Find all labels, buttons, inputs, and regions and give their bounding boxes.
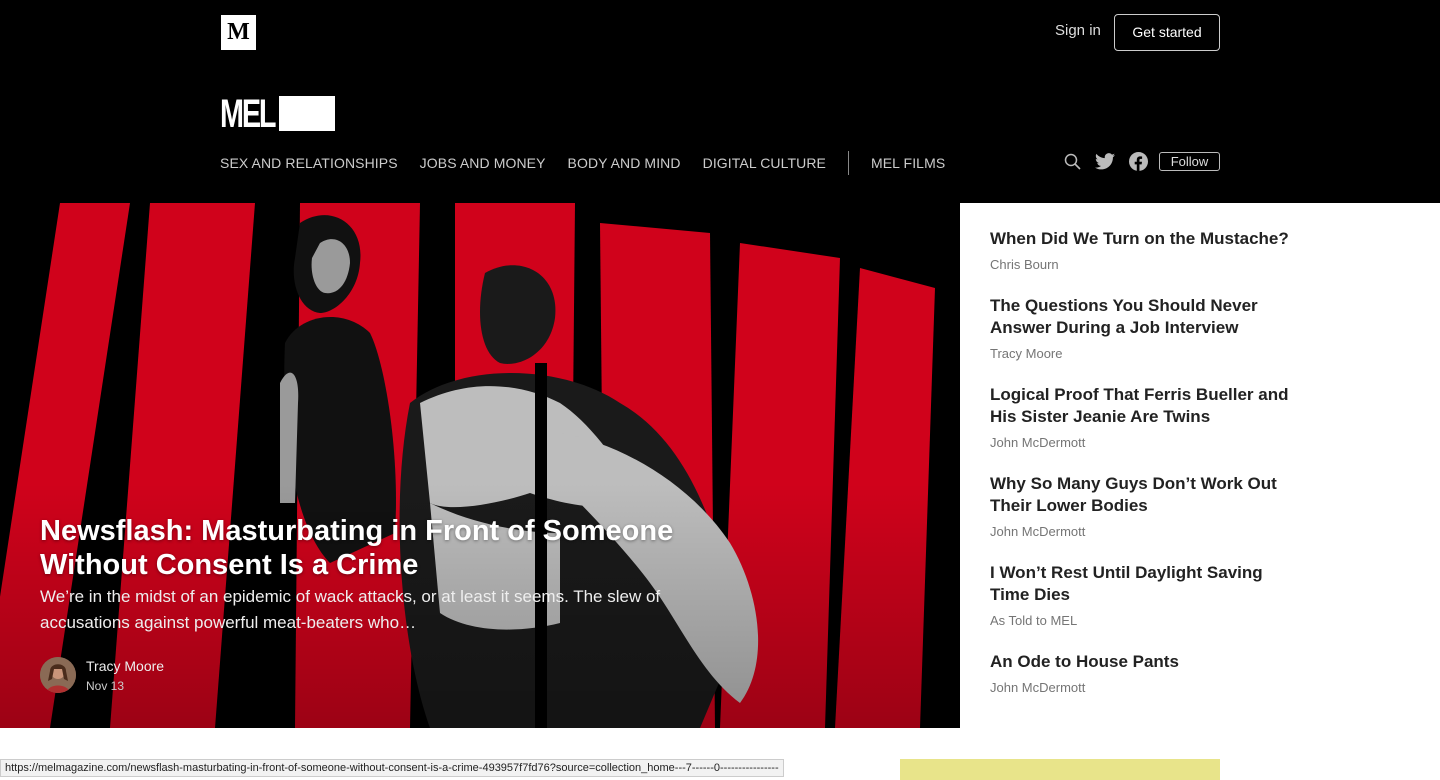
logo-block: [279, 96, 335, 131]
avatar[interactable]: [40, 657, 76, 693]
hero-story[interactable]: Newsflash: Masturbating in Front of Some…: [0, 203, 960, 728]
medium-logo[interactable]: M: [221, 15, 256, 50]
story-author[interactable]: John McDermott: [990, 435, 1300, 450]
below-fold-image: [900, 759, 1220, 780]
story-author[interactable]: John McDermott: [990, 524, 1300, 539]
post-date: Nov 13: [86, 678, 125, 693]
hero-title[interactable]: Newsflash: Masturbating in Front of Some…: [40, 514, 740, 582]
author-name[interactable]: Tracy Moore: [86, 658, 164, 674]
story-author[interactable]: Chris Bourn: [990, 257, 1300, 272]
nav-item-jobs-and-money[interactable]: JOBS AND MONEY: [420, 155, 546, 171]
twitter-icon[interactable]: [1095, 151, 1115, 171]
nav-item-sex-and-relationships[interactable]: SEX AND RELATIONSHIPS: [220, 155, 398, 171]
hero-subtitle[interactable]: We’re in the midst of an epidemic of wac…: [40, 584, 720, 636]
hero-author: Tracy Moore Nov 13: [40, 657, 164, 693]
story-author[interactable]: John McDermott: [990, 680, 1300, 695]
story-title[interactable]: When Did We Turn on the Mustache?: [990, 228, 1300, 250]
nav-divider: [847, 151, 849, 175]
social-toolbar: Follow: [1062, 151, 1220, 171]
nav-item-digital-culture[interactable]: DIGITAL CULTURE: [703, 155, 826, 171]
facebook-icon[interactable]: [1128, 151, 1148, 171]
story-author[interactable]: As Told to MEL: [990, 613, 1300, 628]
list-item[interactable]: Logical Proof That Ferris Bueller and Hi…: [990, 384, 1300, 450]
follow-button[interactable]: Follow: [1159, 151, 1220, 171]
story-author[interactable]: Tracy Moore: [990, 346, 1300, 361]
section-nav: SEX AND RELATIONSHIPS JOBS AND MONEY BOD…: [220, 151, 967, 175]
get-started-button[interactable]: Get started: [1114, 14, 1220, 51]
list-item[interactable]: The Questions You Should Never Answer Du…: [990, 295, 1300, 361]
story-title[interactable]: I Won’t Rest Until Daylight Saving Time …: [990, 562, 1300, 606]
sign-in-link[interactable]: Sign in: [1055, 22, 1101, 39]
status-bar-url: https://melmagazine.com/newsflash-mastur…: [0, 759, 784, 777]
publication-name: MEL: [220, 92, 276, 136]
publication-logo[interactable]: MEL: [220, 92, 335, 136]
story-title[interactable]: Logical Proof That Ferris Bueller and Hi…: [990, 384, 1300, 428]
list-item[interactable]: Why So Many Guys Don’t Work Out Their Lo…: [990, 473, 1300, 539]
list-item[interactable]: An Ode to House Pants John McDermott: [990, 651, 1300, 695]
story-list: When Did We Turn on the Mustache? Chris …: [960, 203, 1440, 728]
nav-item-body-and-mind[interactable]: BODY AND MIND: [568, 155, 681, 171]
search-icon[interactable]: [1062, 151, 1082, 171]
nav-item-mel-films[interactable]: MEL FILMS: [871, 155, 945, 171]
hero-image: [0, 203, 960, 728]
list-item[interactable]: I Won’t Rest Until Daylight Saving Time …: [990, 562, 1300, 628]
list-item[interactable]: When Did We Turn on the Mustache? Chris …: [990, 228, 1300, 272]
story-title[interactable]: Why So Many Guys Don’t Work Out Their Lo…: [990, 473, 1300, 517]
story-title[interactable]: An Ode to House Pants: [990, 651, 1300, 673]
story-title[interactable]: The Questions You Should Never Answer Du…: [990, 295, 1300, 339]
